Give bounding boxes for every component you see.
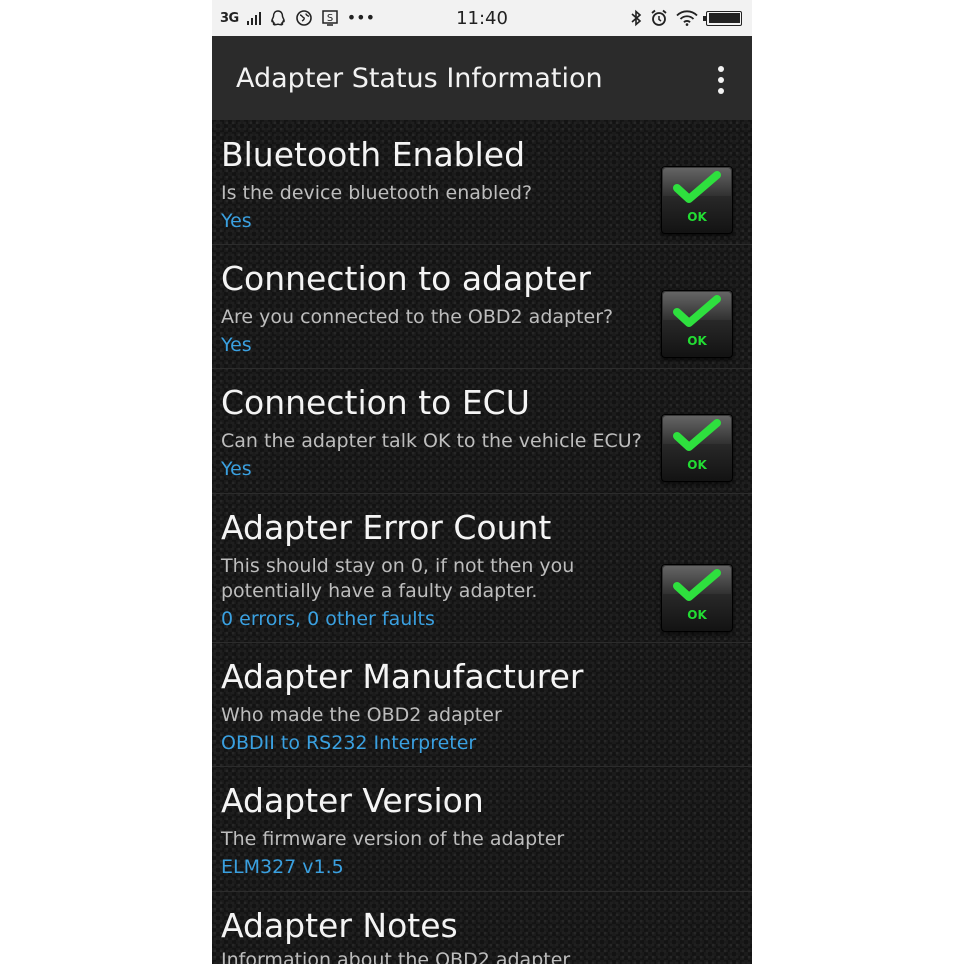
item-value: Yes: [221, 458, 252, 480]
item-title: Adapter Notes: [221, 906, 458, 945]
item-title: Adapter Version: [221, 781, 484, 820]
item-description: Can the adapter talk OK to the vehicle E…: [221, 430, 642, 452]
status-item-error-count[interactable]: Adapter Error Count This should stay on …: [212, 494, 752, 643]
item-title: Connection to adapter: [221, 259, 591, 298]
app-bar: Adapter Status Information: [212, 36, 752, 120]
ok-label: OK: [687, 210, 707, 224]
bluetooth-icon: [631, 9, 642, 27]
item-value: Yes: [221, 210, 252, 232]
ok-check-icon: OK: [661, 290, 733, 358]
item-description: Information about the OBD2 adapter: [221, 949, 571, 964]
item-title: Bluetooth Enabled: [221, 135, 526, 174]
phone-screen: 3G S ••• 11:40 Adapter Status Informatio…: [212, 0, 752, 964]
alarm-icon: [651, 9, 667, 26]
status-bar-right: [630, 0, 742, 36]
status-item-version[interactable]: Adapter Version The firmware version of …: [212, 767, 752, 892]
item-description: The firmware version of the adapter: [221, 828, 565, 850]
ok-check-icon: OK: [661, 414, 733, 482]
status-item-notes[interactable]: Adapter Notes Information about the OBD2…: [212, 892, 752, 964]
status-bar: 3G S ••• 11:40: [212, 0, 752, 36]
item-value: Yes: [221, 334, 252, 356]
overflow-menu-icon[interactable]: [716, 66, 726, 94]
item-description: This should stay on 0, if not then you p…: [221, 555, 575, 602]
item-value: ELM327 v1.5: [221, 856, 344, 878]
item-title: Adapter Manufacturer: [221, 657, 584, 696]
item-title: Connection to ECU: [221, 383, 530, 422]
item-description: Are you connected to the OBD2 adapter?: [221, 306, 614, 328]
ok-check-icon: OK: [661, 166, 733, 234]
status-item-adapter-connection[interactable]: Connection to adapter Are you connected …: [212, 245, 752, 369]
ok-label: OK: [687, 334, 707, 348]
status-item-bluetooth[interactable]: Bluetooth Enabled Is the device bluetoot…: [212, 120, 752, 245]
battery-level: [708, 13, 740, 23]
item-title: Adapter Error Count: [221, 508, 552, 547]
status-item-manufacturer[interactable]: Adapter Manufacturer Who made the OBD2 a…: [212, 643, 752, 767]
item-value: OBDII to RS232 Interpreter: [221, 732, 477, 754]
status-item-ecu-connection[interactable]: Connection to ECU Can the adapter talk O…: [212, 369, 752, 494]
page-title: Adapter Status Information: [236, 63, 603, 94]
ok-label: OK: [687, 608, 707, 622]
item-description: Is the device bluetooth enabled?: [221, 182, 533, 204]
wifi-icon: [676, 10, 698, 26]
item-description: Who made the OBD2 adapter: [221, 704, 502, 726]
battery-icon: [703, 10, 742, 26]
item-value: 0 errors, 0 other faults: [221, 608, 435, 630]
ok-label: OK: [687, 458, 707, 472]
ok-check-icon: OK: [661, 564, 733, 632]
